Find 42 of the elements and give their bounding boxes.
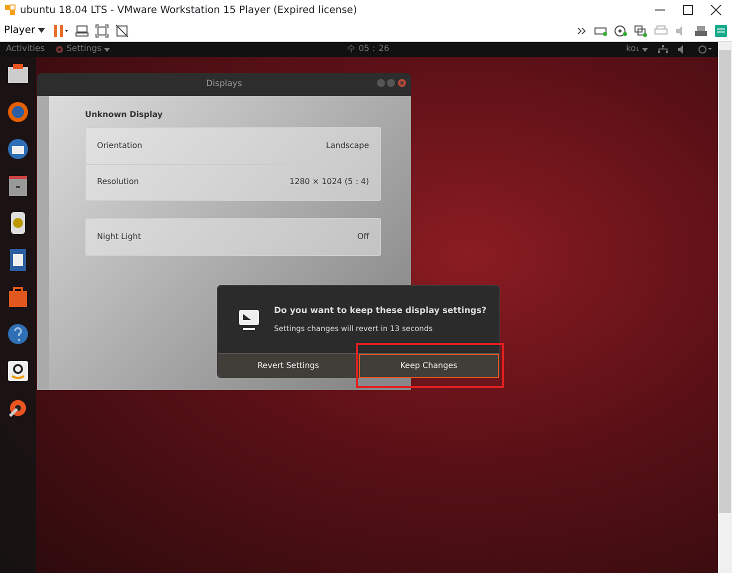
file-cabinet-icon[interactable] xyxy=(6,174,30,198)
settings-row[interactable]: Resolution 1280 × 1024 (5：4) xyxy=(86,164,380,200)
network-icon[interactable] xyxy=(658,45,668,54)
window-title: ubuntu 18.04 LTS - VMware Workstation 15 Player (Expired license) xyxy=(20,4,357,18)
chevron-icon[interactable] xyxy=(576,24,588,36)
usb-icon[interactable] xyxy=(694,24,708,36)
section-heading: Unknown Display xyxy=(85,109,164,121)
row-value: Off xyxy=(357,230,369,242)
caret-icon xyxy=(104,48,110,52)
player-menu[interactable]: Player xyxy=(4,23,46,38)
dialog-title: Do you want to keep these display settings? xyxy=(274,304,486,318)
message-icon[interactable] xyxy=(714,24,728,38)
pause-icon[interactable] xyxy=(51,24,70,38)
vmware-logo-icon xyxy=(4,4,16,16)
help-icon[interactable] xyxy=(6,322,30,346)
row-label: Orientation xyxy=(97,140,142,152)
mail-icon[interactable] xyxy=(6,137,30,161)
row-label: Resolution xyxy=(97,176,139,188)
app-menu[interactable]: Settings xyxy=(66,43,102,56)
network-adapter-icon[interactable] xyxy=(634,24,648,36)
monitor-icon xyxy=(238,308,260,330)
power-icon[interactable] xyxy=(698,45,712,54)
fullscreen-icon[interactable] xyxy=(95,24,110,38)
store-bag-icon[interactable] xyxy=(6,285,30,309)
unity-icon[interactable] xyxy=(115,24,130,38)
settings-row[interactable]: Night Light Off xyxy=(86,218,380,254)
row-label: Night Light xyxy=(97,230,141,242)
dialog-button[interactable]: Revert Settings xyxy=(218,354,358,378)
cd-icon[interactable] xyxy=(614,24,628,36)
row-value: 1280 × 1024 (5：4) xyxy=(290,176,369,188)
activities-button[interactable]: Activities xyxy=(6,43,45,56)
row-value: Landscape xyxy=(326,140,369,152)
caret-icon xyxy=(642,48,648,52)
scrollbar[interactable] xyxy=(718,42,732,573)
caret-icon xyxy=(38,28,46,33)
browser-icon[interactable] xyxy=(6,100,30,124)
settings-row[interactable]: Orientation Landscape xyxy=(86,128,380,164)
input-method-indicator[interactable]: ko₁ xyxy=(626,43,640,56)
dialog-button[interactable]: Keep Changes xyxy=(358,354,499,378)
clock[interactable]: 수 05：26 xyxy=(346,43,390,56)
window-title: Displays xyxy=(206,78,242,91)
send-keys-icon[interactable] xyxy=(75,24,90,38)
